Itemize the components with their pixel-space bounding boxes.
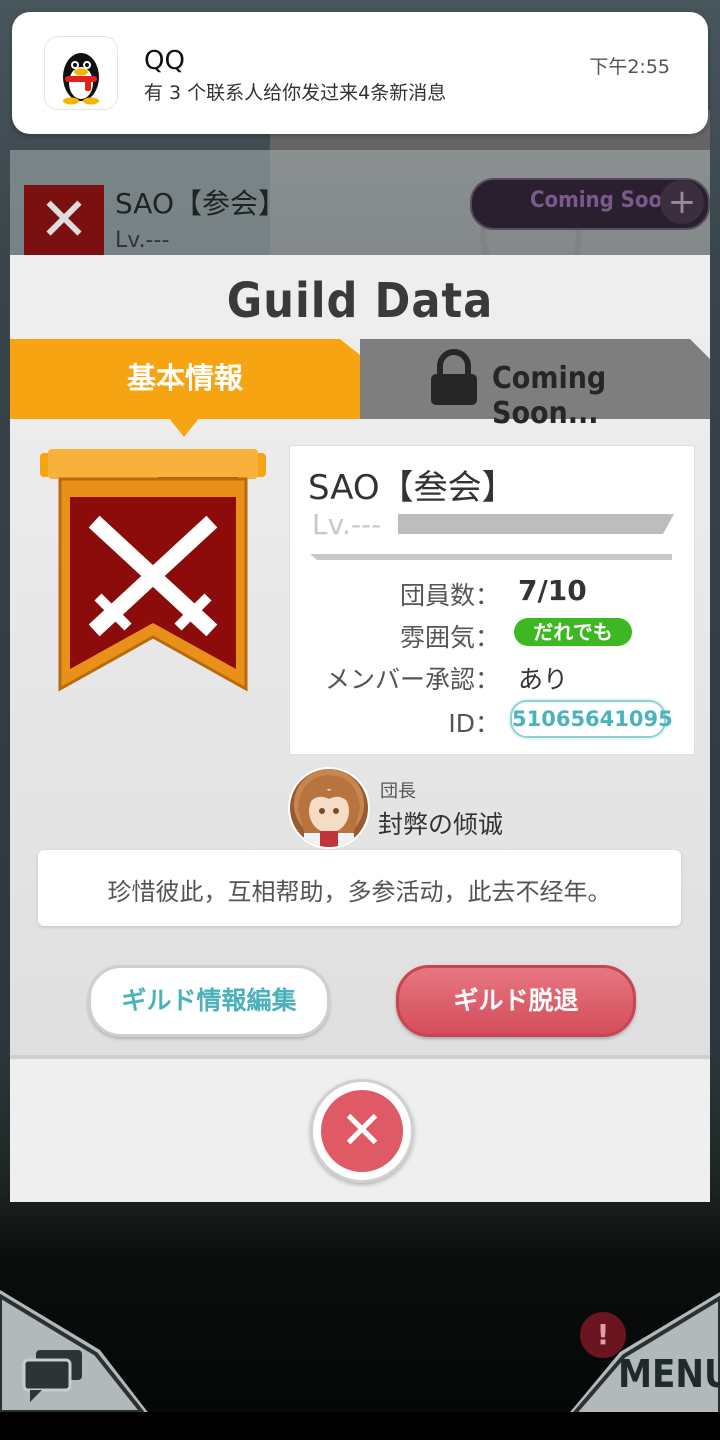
- lock-icon: [431, 349, 477, 405]
- tab-coming-soon-label: Coming Soon...: [492, 361, 607, 431]
- leader-avatar[interactable]: [288, 767, 370, 849]
- mood-label: 雰囲気：: [399, 623, 500, 652]
- background-coming-soon-label: Coming Soon: [530, 188, 677, 213]
- guild-name: SAO【叁会】: [308, 468, 516, 508]
- close-button[interactable]: ✕: [310, 1079, 414, 1183]
- leave-guild-button[interactable]: ギルド脱退: [396, 965, 636, 1037]
- menu-label[interactable]: MENU: [618, 1352, 720, 1396]
- alert-badge-icon: !: [580, 1312, 626, 1358]
- guild-id-badge[interactable]: 51065641095: [510, 700, 673, 738]
- qq-penguin-icon: [44, 36, 118, 110]
- leader-name: 封弊の倾诚: [378, 810, 504, 839]
- notification-time: 下午2:55: [589, 56, 670, 78]
- guild-motto: 珍惜彼此，互相帮助，多参活动，此去不经年。: [107, 878, 612, 906]
- guild-motto-box: 珍惜彼此，互相帮助，多参活动，此去不经年。: [38, 850, 681, 926]
- qq-notification[interactable]: QQ 有 3 个联系人给你发过来4条新消息 下午2:55: [12, 12, 708, 134]
- id-label: ID：: [448, 709, 500, 738]
- tab-basic-info-label[interactable]: 基本情報: [10, 355, 360, 397]
- members-label: 団員数：: [399, 581, 500, 610]
- tab-pointer: [168, 417, 200, 437]
- members-value: 7/10: [518, 574, 587, 607]
- chat-button[interactable]: [0, 1290, 150, 1415]
- system-nav-bar: [0, 1412, 720, 1440]
- guild-level: Lv.---: [312, 508, 382, 541]
- edit-guild-info-button[interactable]: ギルド情報編集: [88, 965, 330, 1037]
- background-plus-button: +: [660, 180, 704, 224]
- approval-label: メンバー承認：: [324, 665, 500, 694]
- background-guild-level: Lv.---: [115, 228, 170, 253]
- background-guild-name: SAO【参会】: [115, 187, 286, 220]
- guild-banner-emblem-icon: [40, 449, 266, 692]
- notification-title: QQ: [144, 46, 185, 76]
- background-guild-emblem-icon: ✕: [24, 185, 104, 255]
- guild-level-underline: [310, 554, 672, 560]
- guild-data-dialog: Guild Data 基本情報 Coming Soon... SAO【叁会】 L…: [10, 255, 710, 1202]
- notification-message: 有 3 个联系人给你发过来4条新消息: [144, 82, 447, 104]
- approval-value: あり: [518, 665, 569, 694]
- guild-level-bar: [398, 514, 674, 534]
- leader-role: 団長: [380, 781, 416, 802]
- close-icon: ✕: [321, 1090, 403, 1172]
- guild-info-panel: SAO【叁会】 Lv.--- 団員数： 7/10 雰囲気： だれでも メンバー承…: [289, 445, 695, 755]
- mood-badge: だれでも: [514, 618, 632, 646]
- dialog-title: Guild Data: [226, 273, 494, 329]
